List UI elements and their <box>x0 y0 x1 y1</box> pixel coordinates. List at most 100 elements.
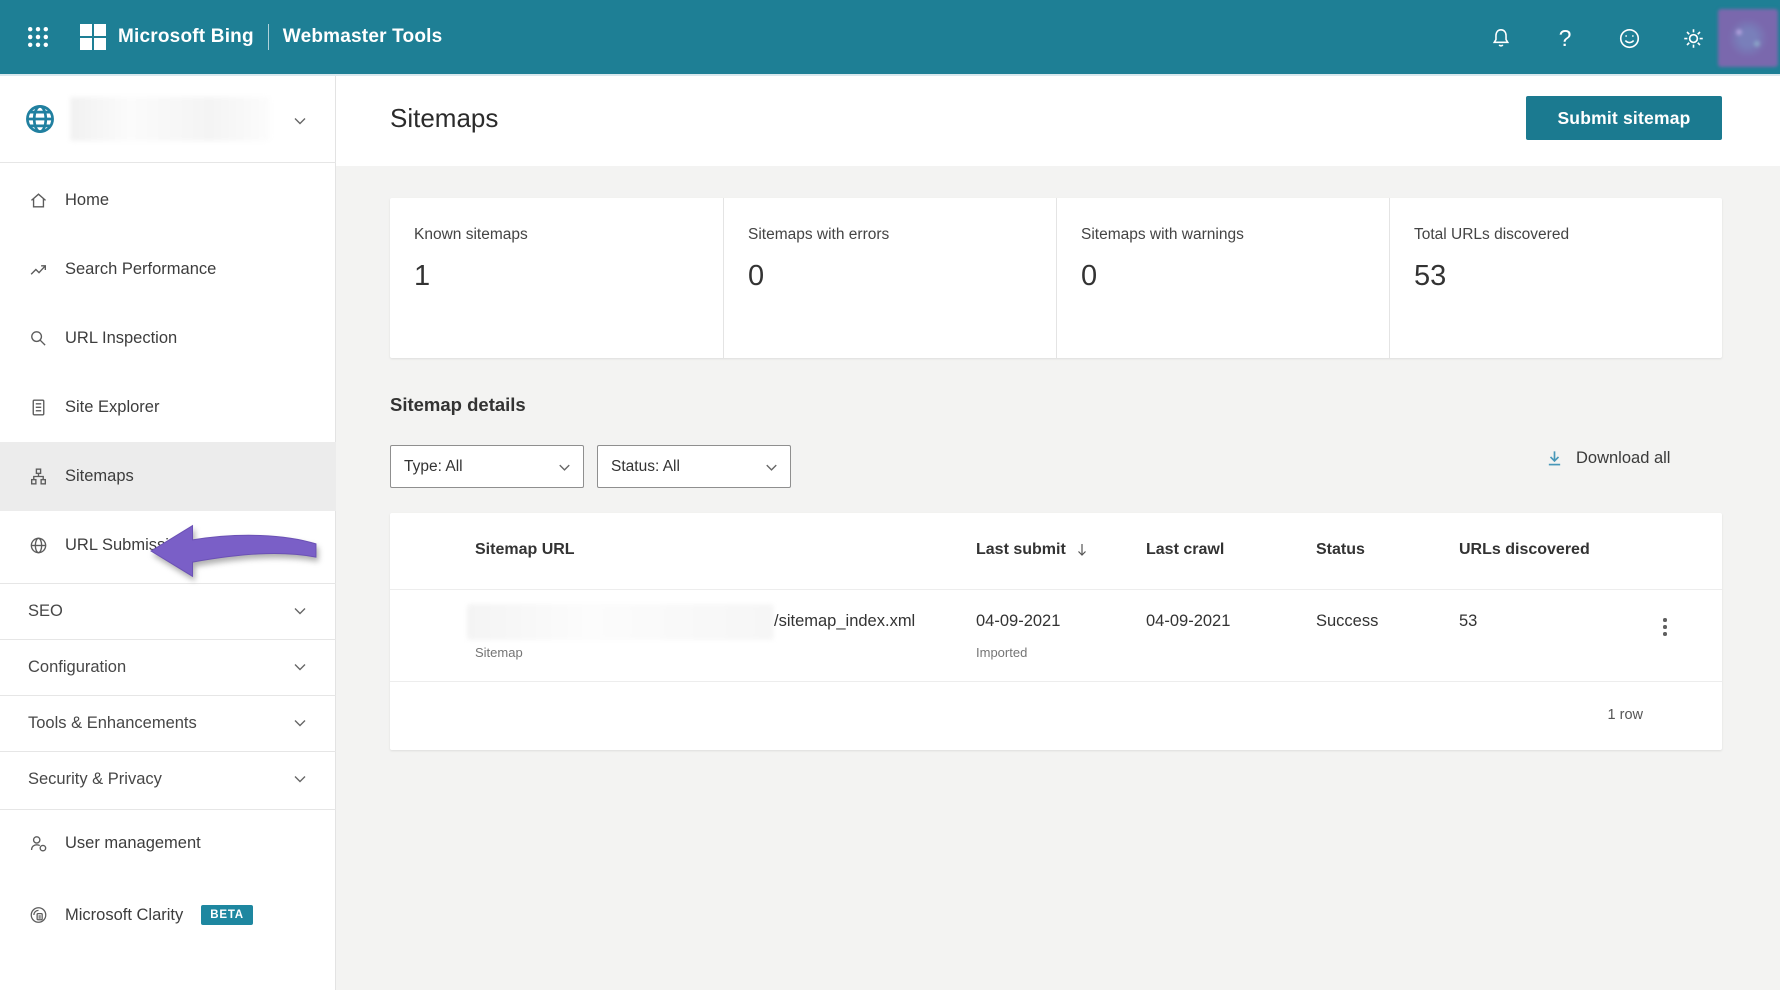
home-icon <box>28 190 49 211</box>
sitemaps-table: Sitemap URL Last submit Last crawl Statu… <box>390 513 1722 750</box>
sidebar: Home Search Performance URL Inspection S… <box>0 76 336 990</box>
section-label: Tools & Enhancements <box>28 713 197 732</box>
site-selector-chevron-down-icon <box>290 111 310 131</box>
download-all-label: Download all <box>1576 449 1671 467</box>
clarity-icon <box>28 905 49 926</box>
type-filter-value: Type: All <box>404 457 463 475</box>
divider <box>0 162 336 163</box>
waffle-menu-icon[interactable] <box>18 17 58 57</box>
stat-label: Known sitemaps <box>414 226 528 243</box>
sidebar-item-label: Site Explorer <box>65 398 160 416</box>
table-header-row: Sitemap URL Last submit Last crawl Statu… <box>390 513 1722 590</box>
stat-value: 53 <box>1414 260 1447 292</box>
sidebar-item-user-management[interactable]: User management <box>0 809 336 877</box>
sidebar-item-label: User management <box>65 833 201 852</box>
sitemap-url-blurred <box>467 604 774 640</box>
urls-discovered-value: 53 <box>1459 612 1478 630</box>
status-filter-dropdown[interactable]: Status: All <box>597 445 791 488</box>
section-label: Security & Privacy <box>28 769 162 788</box>
column-header-label: Last submit <box>976 541 1066 558</box>
sidebar-section-seo[interactable]: SEO <box>0 583 336 639</box>
globe-icon <box>28 535 49 556</box>
sort-descending-icon <box>1077 543 1086 556</box>
status-value: Success <box>1316 612 1379 630</box>
chevron-down-icon <box>555 458 574 477</box>
brand-name: Microsoft Bing <box>118 26 254 47</box>
site-globe-icon <box>22 101 58 137</box>
chevron-down-icon <box>290 769 310 789</box>
user-icon <box>28 833 49 854</box>
beta-badge: BETA <box>201 905 253 925</box>
sidebar-item-sitemaps[interactable]: Sitemaps <box>0 442 336 511</box>
row-actions-ellipsis-icon[interactable] <box>1654 614 1676 640</box>
sitemap-hierarchy-icon <box>28 466 49 487</box>
sitemap-url-suffix: /sitemap_index.xml <box>774 612 916 630</box>
section-heading: Sitemap details <box>390 394 526 415</box>
column-header-last-submit[interactable]: Last submit <box>976 541 1089 559</box>
section-label: SEO <box>28 601 63 620</box>
user-avatar[interactable] <box>1718 9 1778 67</box>
column-header-last-crawl[interactable]: Last crawl <box>1146 541 1224 559</box>
stat-label: Sitemaps with errors <box>748 226 890 243</box>
notifications-bell-icon[interactable] <box>1488 25 1514 51</box>
site-name-blurred <box>70 97 270 141</box>
sidebar-item-site-explorer[interactable]: Site Explorer <box>0 373 336 442</box>
sidebar-item-url-submission[interactable]: URL Submission <box>0 511 336 580</box>
stat-card-sitemaps-errors: Sitemaps with errors 0 <box>723 198 1056 358</box>
sidebar-section-tools-enhancements[interactable]: Tools & Enhancements <box>0 695 336 751</box>
download-icon <box>1548 451 1561 466</box>
type-filter-dropdown[interactable]: Type: All <box>390 445 584 488</box>
magnifier-icon <box>28 328 49 349</box>
page-header: Sitemaps Submit sitemap <box>336 76 1780 166</box>
stat-card-sitemaps-warnings: Sitemaps with warnings 0 <box>1056 198 1389 358</box>
download-all-button[interactable]: Download all <box>1544 448 1670 469</box>
submit-sitemap-button[interactable]: Submit sitemap <box>1526 96 1722 140</box>
column-header-status[interactable]: Status <box>1316 541 1365 559</box>
column-header-urls-discovered[interactable]: URLs discovered <box>1459 541 1590 559</box>
sitemap-type-label: Sitemap <box>475 645 523 660</box>
sidebar-item-label: Microsoft Clarity <box>65 905 184 924</box>
stat-value: 0 <box>748 260 765 292</box>
chevron-down-icon <box>762 458 781 477</box>
stat-value: 0 <box>1081 260 1098 292</box>
sidebar-item-label: Home <box>65 191 110 209</box>
status-filter-value: Status: All <box>611 457 680 475</box>
product-name: Webmaster Tools <box>282 26 443 47</box>
table-footer: 1 row <box>390 682 1722 750</box>
sidebar-item-home[interactable]: Home <box>0 166 336 235</box>
sidebar-section-configuration[interactable]: Configuration <box>0 639 336 695</box>
last-submit-date: 04-09-2021 <box>976 612 1061 630</box>
app-header: Microsoft Bing Webmaster Tools ? <box>0 0 1780 76</box>
help-icon[interactable]: ? <box>1552 25 1578 51</box>
sidebar-item-microsoft-clarity[interactable]: Microsoft Clarity BETA <box>0 881 336 949</box>
sidebar-item-search-performance[interactable]: Search Performance <box>0 235 336 304</box>
column-header-sitemap-url[interactable]: Sitemap URL <box>475 541 575 559</box>
stat-label: Total URLs discovered <box>1414 226 1570 243</box>
table-row: /sitemap_index.xml Sitemap 04-09-2021 Im… <box>390 590 1722 682</box>
site-selector[interactable] <box>0 84 336 154</box>
stat-card-known-sitemaps: Known sitemaps 1 <box>390 198 723 358</box>
stats-band: Known sitemaps 1 Sitemaps with errors 0 … <box>390 198 1722 358</box>
page-title: Sitemaps <box>390 103 499 133</box>
chevron-down-icon <box>290 657 310 677</box>
sidebar-item-label: URL Inspection <box>65 329 178 347</box>
brand-divider <box>267 24 269 50</box>
submit-note: Imported <box>976 645 1028 660</box>
trend-up-icon <box>28 259 49 280</box>
chevron-down-icon <box>290 601 310 621</box>
sidebar-item-label: Search Performance <box>65 260 217 278</box>
chevron-down-icon <box>290 713 310 733</box>
feedback-smiley-icon[interactable] <box>1616 25 1642 51</box>
stat-card-total-urls: Total URLs discovered 53 <box>1389 198 1722 358</box>
stat-label: Sitemaps with warnings <box>1081 226 1244 243</box>
stat-value: 1 <box>414 260 431 292</box>
document-list-icon <box>28 397 49 418</box>
sidebar-section-security-privacy[interactable]: Security & Privacy <box>0 751 336 807</box>
settings-gear-icon[interactable] <box>1680 25 1706 51</box>
sidebar-item-label: Sitemaps <box>65 467 134 485</box>
main-content: Known sitemaps 1 Sitemaps with errors 0 … <box>336 166 1780 990</box>
row-count: 1 row <box>1607 707 1643 723</box>
sidebar-item-label: URL Submission <box>65 536 188 554</box>
section-label: Configuration <box>28 657 127 676</box>
sidebar-item-url-inspection[interactable]: URL Inspection <box>0 304 336 373</box>
